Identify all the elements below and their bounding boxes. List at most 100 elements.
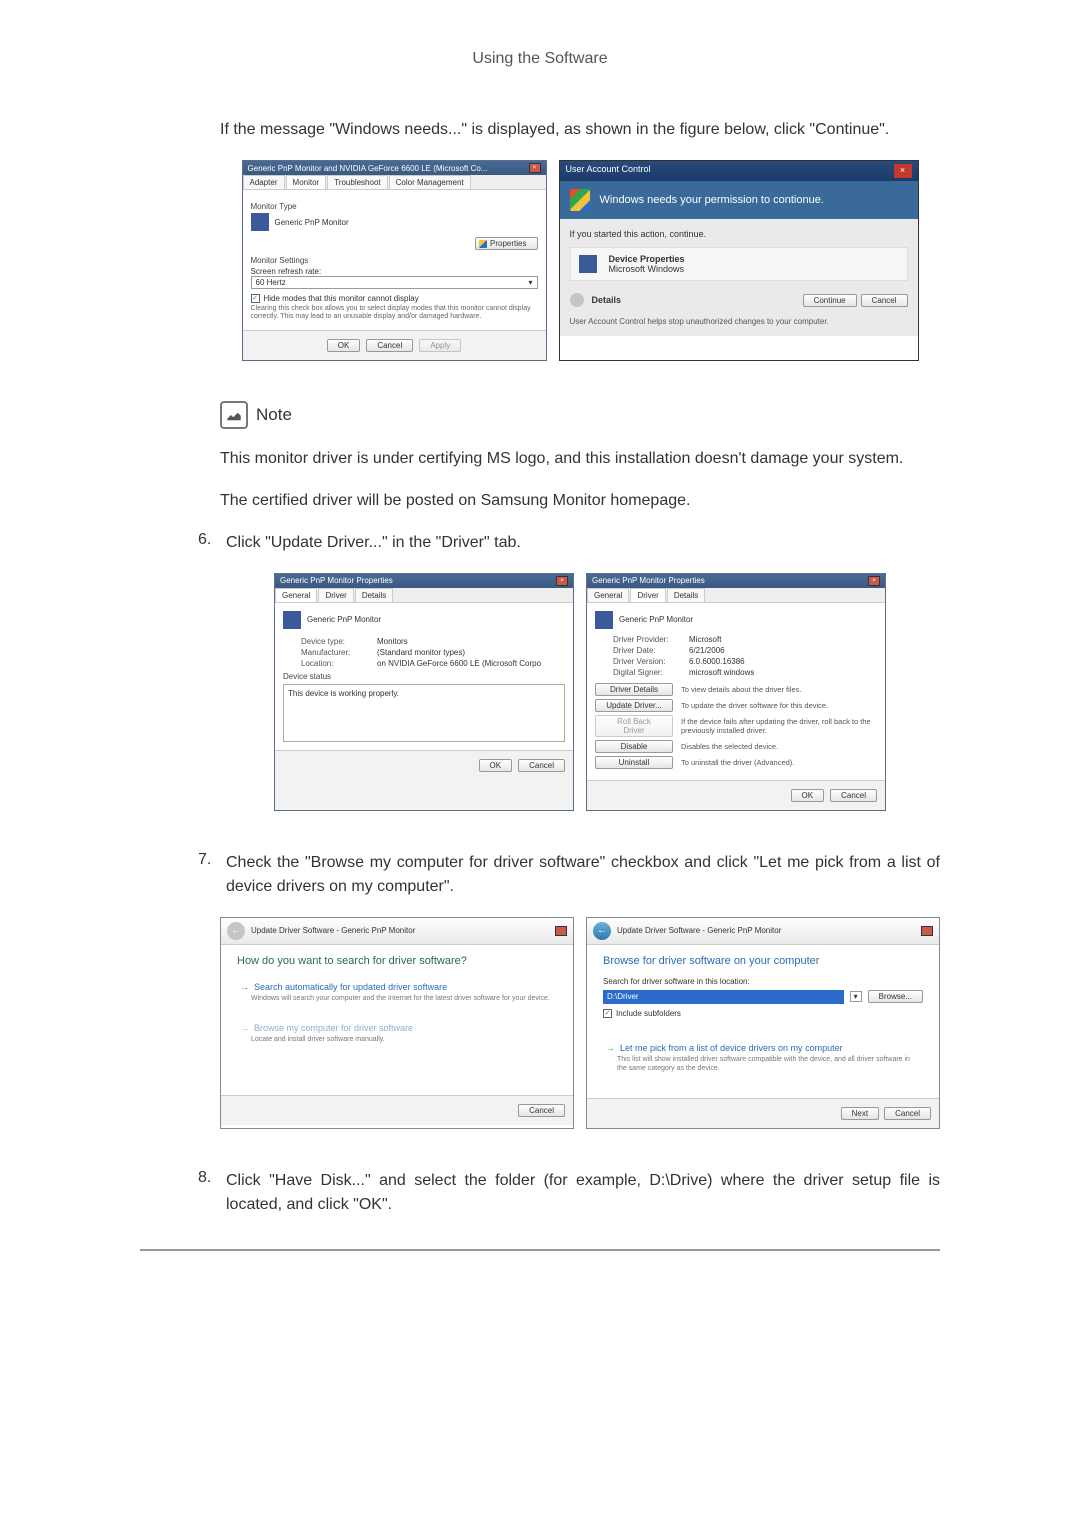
- back-icon[interactable]: ←: [593, 922, 611, 940]
- step-text: Click "Update Driver..." in the "Driver"…: [226, 531, 940, 555]
- option-label: Search automatically for updated driver …: [254, 982, 447, 992]
- field-value: 6/21/2006: [689, 646, 725, 655]
- option-browse-computer[interactable]: →Browse my computer for driver software …: [237, 1018, 557, 1049]
- close-icon[interactable]: ×: [894, 164, 912, 178]
- window-update-wizard-browse: ← Update Driver Software - Generic PnP M…: [586, 917, 940, 1129]
- browse-button[interactable]: Browse...: [868, 990, 923, 1003]
- step-text: Check the "Browse my computer for driver…: [226, 851, 940, 899]
- wizard-heading: Browse for driver software on your compu…: [603, 955, 923, 967]
- window-title: Generic PnP Monitor Properties: [592, 576, 705, 585]
- arrow-icon: →: [240, 1023, 249, 1033]
- option-search-auto[interactable]: → Search automatically for updated driver…: [237, 977, 557, 1008]
- field-label: Device type:: [301, 637, 371, 646]
- refresh-rate-dropdown[interactable]: 60 Hertz ▾: [251, 276, 538, 289]
- field-value: on NVIDIA GeForce 6600 LE (Microsoft Cor…: [377, 659, 541, 668]
- tab-color-management[interactable]: Color Management: [389, 175, 471, 189]
- ok-button[interactable]: OK: [327, 339, 361, 352]
- figure-3: ← Update Driver Software - Generic PnP M…: [220, 917, 940, 1129]
- monitor-settings-label: Monitor Settings: [251, 256, 538, 265]
- chevron-down-icon[interactable]: ▾: [850, 991, 862, 1002]
- tab-monitor[interactable]: Monitor: [286, 175, 327, 189]
- close-icon[interactable]: ×: [556, 576, 568, 586]
- window-uac: User Account Control × Windows needs you…: [559, 160, 919, 361]
- monitor-icon: [595, 611, 613, 629]
- tab-troubleshoot[interactable]: Troubleshoot: [327, 175, 387, 189]
- page-title: Using the Software: [140, 50, 940, 68]
- details-toggle[interactable]: Details: [592, 295, 622, 305]
- rollback-driver-button: Roll Back Driver: [595, 715, 673, 737]
- tab-general[interactable]: General: [587, 588, 629, 602]
- device-status-box: This device is working properly.: [283, 684, 565, 742]
- monitor-icon: [283, 611, 301, 629]
- refresh-rate-label: Screen refresh rate:: [251, 267, 538, 276]
- tab-details[interactable]: Details: [355, 588, 393, 602]
- close-icon[interactable]: ×: [868, 576, 880, 586]
- button-desc: To view details about the driver files.: [681, 685, 877, 694]
- chevron-down-icon[interactable]: [570, 293, 584, 307]
- field-label: Driver Version:: [613, 657, 683, 666]
- ok-button[interactable]: OK: [479, 759, 513, 772]
- cancel-button[interactable]: Cancel: [366, 339, 413, 352]
- button-desc: Disables the selected device.: [681, 742, 877, 751]
- step-number: 8.: [198, 1169, 212, 1217]
- window-update-wizard-search: ← Update Driver Software - Generic PnP M…: [220, 917, 574, 1129]
- cancel-button[interactable]: Cancel: [861, 294, 908, 307]
- program-icon: [579, 255, 597, 273]
- option-desc: This list will show installed driver sof…: [617, 1055, 920, 1073]
- breadcrumb: Update Driver Software - Generic PnP Mon…: [251, 926, 415, 935]
- uac-program-publisher: Microsoft Windows: [609, 264, 685, 274]
- monitor-type-label: Monitor Type: [251, 202, 538, 211]
- note-line-2: The certified driver will be posted on S…: [220, 489, 940, 513]
- tab-driver[interactable]: Driver: [318, 588, 353, 602]
- window-properties-driver: Generic PnP Monitor Properties × General…: [586, 573, 886, 811]
- tab-driver[interactable]: Driver: [630, 588, 665, 602]
- button-desc: To uninstall the driver (Advanced).: [681, 758, 877, 767]
- close-icon[interactable]: [555, 926, 567, 936]
- path-input[interactable]: D:\Driver: [603, 990, 844, 1004]
- search-location-label: Search for driver software in this locat…: [603, 977, 923, 986]
- field-value: (Standard monitor types): [377, 648, 465, 657]
- cancel-button[interactable]: Cancel: [518, 759, 565, 772]
- device-name: Generic PnP Monitor: [307, 615, 381, 624]
- field-value: Monitors: [377, 637, 408, 646]
- driver-details-button[interactable]: Driver Details: [595, 683, 673, 696]
- step-text: Click "Have Disk..." and select the fold…: [226, 1169, 940, 1217]
- close-icon[interactable]: [921, 926, 933, 936]
- divider: [140, 1249, 940, 1251]
- cancel-button[interactable]: Cancel: [830, 789, 877, 802]
- option-desc: Windows will search your computer and th…: [251, 994, 554, 1003]
- note-line-1: This monitor driver is under certifying …: [220, 447, 940, 471]
- figure-1: Generic PnP Monitor and NVIDIA GeForce 6…: [220, 160, 940, 361]
- window-properties-general: Generic PnP Monitor Properties × General…: [274, 573, 574, 811]
- include-subfolders-checkbox[interactable]: ✓: [603, 1009, 612, 1018]
- monitor-type-value: Generic PnP Monitor: [275, 218, 349, 227]
- arrow-icon: →: [240, 982, 249, 992]
- apply-button[interactable]: Apply: [419, 339, 461, 352]
- breadcrumb: Update Driver Software - Generic PnP Mon…: [617, 926, 781, 935]
- cancel-button[interactable]: Cancel: [884, 1107, 931, 1120]
- hide-modes-checkbox[interactable]: ✓: [251, 294, 260, 303]
- button-desc: To update the driver software for this d…: [681, 701, 877, 710]
- window-title: Generic PnP Monitor and NVIDIA GeForce 6…: [248, 164, 488, 173]
- ok-button[interactable]: OK: [791, 789, 825, 802]
- tab-details[interactable]: Details: [667, 588, 705, 602]
- tab-general[interactable]: General: [275, 588, 317, 602]
- hide-modes-label: Hide modes that this monitor cannot disp…: [264, 294, 419, 303]
- button-desc: If the device fails after updating the d…: [681, 717, 877, 735]
- option-pick-from-list[interactable]: →Let me pick from a list of device drive…: [603, 1038, 923, 1078]
- properties-button[interactable]: Properties: [475, 237, 537, 250]
- step-number: 6.: [198, 531, 212, 555]
- uac-title: User Account Control: [566, 164, 651, 178]
- uninstall-button[interactable]: Uninstall: [595, 756, 673, 769]
- tab-adapter[interactable]: Adapter: [243, 175, 285, 189]
- field-label: Manufacturer:: [301, 648, 371, 657]
- disable-button[interactable]: Disable: [595, 740, 673, 753]
- option-label: Let me pick from a list of device driver…: [620, 1043, 843, 1053]
- update-driver-button[interactable]: Update Driver...: [595, 699, 673, 712]
- next-button[interactable]: Next: [841, 1107, 879, 1120]
- cancel-button[interactable]: Cancel: [518, 1104, 565, 1117]
- close-icon[interactable]: ×: [529, 163, 541, 173]
- continue-button[interactable]: Continue: [803, 294, 857, 307]
- field-label: Digital Signer:: [613, 668, 683, 677]
- figure-2: Generic PnP Monitor Properties × General…: [220, 573, 940, 811]
